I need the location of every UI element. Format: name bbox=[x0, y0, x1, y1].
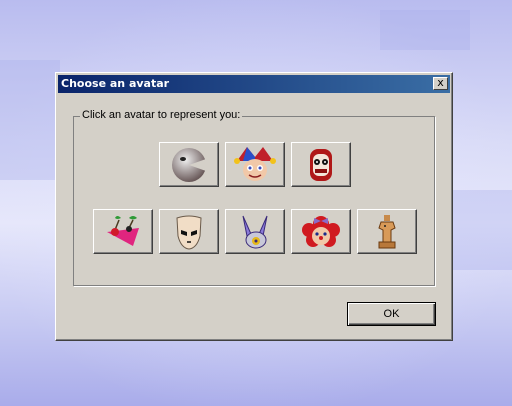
avatar-button-mask[interactable] bbox=[159, 209, 219, 254]
gloink-icon bbox=[172, 147, 206, 182]
mask-icon bbox=[176, 215, 202, 250]
ringmaster-icon bbox=[310, 148, 332, 181]
avatar-button-ringmaster[interactable] bbox=[291, 142, 351, 187]
ok-button[interactable]: OK bbox=[347, 302, 436, 326]
avatar-button-cherries[interactable] bbox=[93, 209, 153, 254]
background-block bbox=[380, 10, 470, 50]
close-icon: x bbox=[437, 76, 444, 89]
avatar-dialog: Choose an avatar x Click an avatar to re… bbox=[55, 72, 453, 341]
avatar-button-jester[interactable] bbox=[225, 142, 285, 187]
clown-doll-icon bbox=[302, 215, 340, 247]
bunny-icon bbox=[242, 215, 268, 248]
group-label: Click an avatar to represent you: bbox=[80, 109, 243, 121]
chess-piece-icon bbox=[378, 214, 396, 248]
dialog-title: Choose an avatar bbox=[61, 77, 170, 90]
avatar-button-gloink[interactable] bbox=[159, 142, 219, 187]
avatar-button-chess-piece[interactable] bbox=[357, 209, 417, 254]
avatar-button-clown-doll[interactable] bbox=[291, 209, 351, 254]
background-block bbox=[0, 60, 60, 180]
jester-icon bbox=[234, 146, 276, 181]
background-block bbox=[450, 190, 512, 270]
title-bar[interactable]: Choose an avatar x bbox=[58, 75, 450, 93]
avatar-button-bunny[interactable] bbox=[225, 209, 285, 254]
close-button[interactable]: x bbox=[433, 77, 448, 90]
cherries-icon bbox=[107, 215, 139, 246]
